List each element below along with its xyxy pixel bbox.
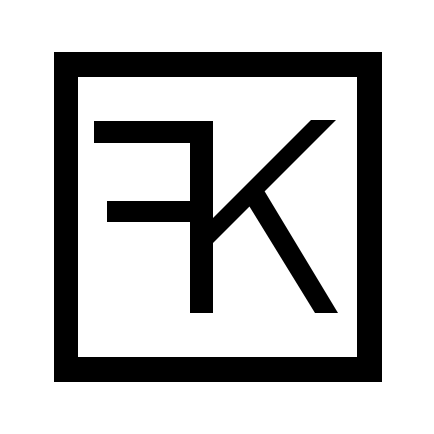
k-lower-diagonal [243,182,338,313]
logo-canvas [0,0,434,434]
fk-monogram-logo [54,52,382,382]
k-stem [190,121,213,313]
